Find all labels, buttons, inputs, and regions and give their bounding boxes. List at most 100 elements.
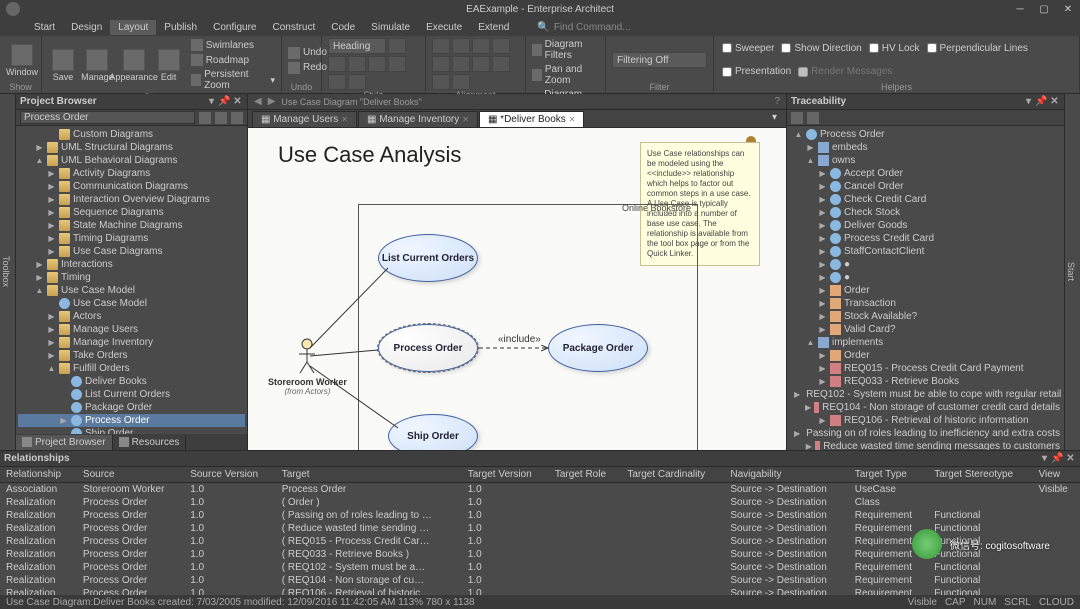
usecase-list-orders[interactable]: List Current Orders	[378, 234, 478, 282]
tree-node[interactable]: ▶Sequence Diagrams	[18, 206, 245, 219]
tree-node[interactable]: Ship Order	[18, 427, 245, 434]
diagram-tab[interactable]: ▦ Manage Inventory✕	[358, 111, 478, 127]
color-icon[interactable]	[368, 56, 386, 72]
trace-refresh-icon[interactable]	[791, 112, 803, 124]
tree-node[interactable]: ▶StaffContactClient	[789, 245, 1062, 258]
font-icon[interactable]	[348, 56, 366, 72]
window-button[interactable]: Window	[6, 44, 38, 77]
tree-node[interactable]: ▶REQ102 - System must be able to cope wi…	[789, 388, 1062, 401]
tabs-overflow-icon[interactable]: ▾	[772, 112, 786, 126]
menu-design[interactable]: Design	[63, 20, 110, 35]
relationships-table[interactable]: RelationshipSourceSource VersionTargetTa…	[0, 467, 1080, 595]
trace-opt-icon[interactable]	[807, 112, 819, 124]
space-h-icon[interactable]	[472, 56, 490, 72]
tree-node[interactable]: ▶Communication Diagrams	[18, 180, 245, 193]
panel-pin-icon[interactable]: 📌	[219, 96, 230, 107]
table-row[interactable]: RealizationProcess Order1.0( Order )1.0S…	[0, 496, 1080, 509]
column-header[interactable]: View	[1033, 467, 1080, 483]
column-header[interactable]: Target Version	[462, 467, 549, 483]
usecase-package-order[interactable]: Package Order	[548, 324, 648, 372]
tab-resources[interactable]: Resources	[113, 435, 187, 450]
menu-code[interactable]: Code	[323, 20, 363, 35]
tree-node[interactable]: ▶Manage Users	[18, 323, 245, 336]
same-h-icon[interactable]	[452, 74, 470, 90]
tree-node[interactable]: ▲Fulfill Orders	[18, 362, 245, 375]
close-button[interactable]: ✕	[1056, 0, 1080, 18]
hvlock-check[interactable]: HV Lock	[867, 43, 922, 54]
showdir-check[interactable]: Show Direction	[779, 43, 863, 54]
style-apply-icon[interactable]	[388, 38, 406, 54]
column-header[interactable]: Target Stereotype	[928, 467, 1032, 483]
tree-node[interactable]: ▶UML Structural Diagrams	[18, 141, 245, 154]
tree-node[interactable]: ▶Activity Diagrams	[18, 167, 245, 180]
table-row[interactable]: RealizationProcess Order1.0( REQ033 - Re…	[0, 548, 1080, 561]
usecase-process-order[interactable]: Process Order	[378, 324, 478, 372]
tab-close-icon[interactable]: ✕	[569, 115, 576, 124]
nav-home-icon[interactable]	[215, 112, 227, 124]
tree-node[interactable]: Package Order	[18, 401, 245, 414]
tree-node[interactable]: ▶●	[789, 258, 1062, 271]
table-row[interactable]: AssociationStoreroom Worker1.0Process Or…	[0, 483, 1080, 497]
line-icon[interactable]	[348, 74, 366, 90]
pan-zoom-button[interactable]: Pan and Zoom	[532, 63, 599, 87]
tree-node[interactable]: ▶Interactions	[18, 258, 245, 271]
diagram-tab[interactable]: ▦ Manage Users✕	[252, 111, 357, 127]
table-row[interactable]: RealizationProcess Order1.0( Passing on …	[0, 509, 1080, 522]
tree-node[interactable]: ▲Process Order	[789, 128, 1062, 141]
tree-node[interactable]: ▶Transaction	[789, 297, 1062, 310]
back-icon[interactable]: ◀	[254, 96, 262, 107]
tree-node[interactable]: ▶Timing	[18, 271, 245, 284]
edit-button[interactable]: Edit	[154, 49, 184, 82]
menu-layout[interactable]: Layout	[110, 20, 156, 35]
border-icon[interactable]	[328, 74, 346, 90]
roadmap-button[interactable]: Roadmap	[191, 53, 275, 67]
tree-node[interactable]: ▶Order	[789, 284, 1062, 297]
save-button[interactable]: Save	[48, 49, 78, 82]
breadcrumb[interactable]: Use Case Diagram "Deliver Books"	[281, 97, 421, 107]
swimlanes-button[interactable]: Swimlanes	[191, 38, 275, 52]
fill-icon[interactable]	[388, 56, 406, 72]
tree-node[interactable]: ▲owns	[789, 154, 1062, 167]
align-left-icon[interactable]	[432, 38, 450, 54]
menu-publish[interactable]: Publish	[156, 20, 205, 35]
column-header[interactable]: Target Type	[849, 467, 928, 483]
sweeper-check[interactable]: Sweeper	[720, 43, 776, 54]
column-header[interactable]: Relationship	[0, 467, 77, 483]
tree-node[interactable]: ▲Use Case Model	[18, 284, 245, 297]
tree-node[interactable]: ▶Stock Available?	[789, 310, 1062, 323]
menu-extend[interactable]: Extend	[470, 20, 517, 35]
tree-node[interactable]: ▶Actors	[18, 310, 245, 323]
column-header[interactable]: Source	[77, 467, 184, 483]
tree-node[interactable]: ▶REQ015 - Process Credit Card Payment	[789, 362, 1062, 375]
menu-simulate[interactable]: Simulate	[363, 20, 418, 35]
tree-node[interactable]: ▶Interaction Overview Diagrams	[18, 193, 245, 206]
presentation-check[interactable]: Presentation	[720, 66, 793, 77]
tab-project-browser[interactable]: Project Browser	[16, 435, 113, 450]
table-row[interactable]: RealizationProcess Order1.0( REQ106 - Re…	[0, 587, 1080, 595]
usecase-ship-order[interactable]: Ship Order	[388, 414, 478, 450]
menu-start[interactable]: Start	[26, 20, 63, 35]
align-center-icon[interactable]	[452, 38, 470, 54]
align-bottom-icon[interactable]	[452, 56, 470, 72]
tree-node[interactable]: ▶REQ033 - Retrieve Books	[789, 375, 1062, 388]
tree-node[interactable]: ▶Timing Diagrams	[18, 232, 245, 245]
trace-menu-icon[interactable]: ▾	[1023, 96, 1034, 107]
tree-node[interactable]: ▶Cancel Order	[789, 180, 1062, 193]
diagram-tab[interactable]: ▦ *Deliver Books✕	[479, 111, 585, 127]
tree-node[interactable]: ▶Use Case Diagrams	[18, 245, 245, 258]
tree-node[interactable]: ▲implements	[789, 336, 1062, 349]
tree-node[interactable]: ▶Passing on of roles leading to ineffici…	[789, 427, 1062, 440]
tree-node[interactable]: Deliver Books	[18, 375, 245, 388]
tree-node[interactable]: ▶Reduce wasted time sending messages to …	[789, 440, 1062, 450]
minimize-button[interactable]: ─	[1008, 0, 1032, 18]
align-top-icon[interactable]	[492, 38, 510, 54]
align-right-icon[interactable]	[472, 38, 490, 54]
nav-new-icon[interactable]	[231, 112, 243, 124]
tab-close-icon[interactable]: ✕	[341, 115, 348, 124]
tree-node[interactable]: ▶Process Order	[18, 414, 245, 427]
table-row[interactable]: RealizationProcess Order1.0( Reduce wast…	[0, 522, 1080, 535]
rel-pin-icon[interactable]: 📌	[1052, 453, 1063, 464]
diagram-filters-button[interactable]: Diagram Filters	[532, 38, 599, 62]
table-row[interactable]: RealizationProcess Order1.0( REQ104 - No…	[0, 574, 1080, 587]
maximize-button[interactable]: ▢	[1032, 0, 1056, 18]
